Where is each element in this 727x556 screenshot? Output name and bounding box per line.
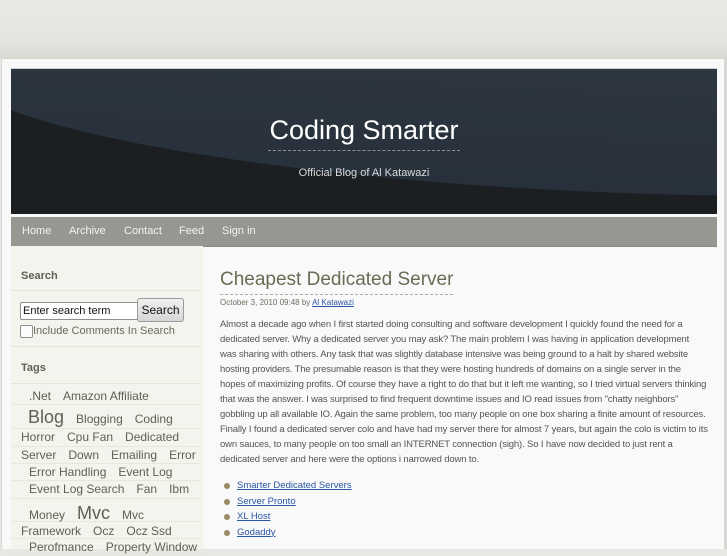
post-by: by	[301, 298, 311, 307]
post-link[interactable]: Godaddy	[237, 527, 276, 538]
search-heading: Search	[21, 270, 58, 282]
tag-link[interactable]: Property Window	[106, 540, 197, 554]
main-nav: Home Archive Contact Feed Sign in	[11, 217, 717, 247]
tag-link[interactable]: Ibm	[169, 482, 189, 496]
tag-link[interactable]: .Net	[29, 389, 51, 403]
background-texture	[0, 0, 727, 58]
tag-cloud: .Net Amazon Affiliate Blog Blogging Coding …	[11, 384, 201, 556]
tag-link[interactable]: Fan	[136, 482, 157, 496]
tag-link[interactable]: Ocz	[93, 524, 114, 538]
tag-link[interactable]: Emailing	[111, 448, 157, 462]
search-button[interactable]: Search	[137, 298, 184, 322]
tag-line: Event Log Search Fan Ibm	[11, 481, 201, 499]
list-item: XL Host	[220, 509, 710, 525]
site-title[interactable]: Coding Smarter	[11, 115, 717, 151]
tags-heading: Tags	[21, 362, 46, 374]
post-date: October 3, 2010 09:48	[220, 298, 300, 307]
divider	[11, 346, 201, 347]
sidebar: Search Search Include Comments In Search…	[11, 246, 203, 556]
post-link[interactable]: Server Pronto	[237, 496, 296, 507]
post-title[interactable]: Cheapest Dedicated Server	[220, 269, 454, 295]
tag-line: Server Down Emailing Error	[11, 447, 201, 464]
tag-line: Framework Ocz Ocz Ssd	[11, 522, 201, 539]
list-item: Smarter Dedicated Servers	[220, 478, 710, 494]
tag-link[interactable]: Coding	[135, 412, 173, 426]
tag-link[interactable]: Ocz Ssd	[126, 524, 171, 538]
include-comments-checkbox[interactable]	[20, 325, 33, 338]
tag-link[interactable]: Server	[21, 448, 56, 462]
tag-line: Horror Cpu Fan Dedicated	[11, 429, 201, 447]
tag-link[interactable]: Error Handling	[29, 465, 106, 479]
post-body: Almost a decade ago when I first started…	[220, 319, 708, 465]
tag-line: Error Handling Event Log	[11, 464, 201, 481]
nav-archive[interactable]: Archive	[69, 225, 106, 237]
post-link-list: Smarter Dedicated Servers Server Pronto …	[220, 478, 710, 540]
list-item: Godaddy	[220, 525, 710, 541]
tag-link[interactable]: Horror	[21, 430, 55, 444]
nav-home[interactable]: Home	[22, 225, 51, 237]
tag-link[interactable]: Event Log Search	[29, 482, 124, 496]
tag-link[interactable]: Blogging	[76, 412, 123, 426]
tag-link[interactable]: Error	[169, 448, 196, 462]
tag-link[interactable]: Cpu Fan	[67, 430, 113, 444]
post-author-link[interactable]: Al Katawazi	[312, 298, 354, 307]
tag-link[interactable]: Blog	[28, 407, 64, 427]
post-link[interactable]: Smarter Dedicated Servers	[237, 480, 352, 491]
site-subtitle: Official Blog of Al Katawazi	[298, 167, 430, 179]
page-container: Coding Smarter Official Blog of Al Kataw…	[1, 58, 727, 556]
include-comments-label[interactable]: Include Comments In Search	[33, 325, 175, 337]
main-content: Cheapest Dedicated Server October 3, 201…	[220, 269, 710, 540]
tag-link[interactable]: Perofmance	[29, 540, 94, 554]
site-title-text[interactable]: Coding Smarter	[268, 115, 460, 151]
tag-link[interactable]: Mvc	[122, 508, 144, 522]
tag-line: Money Mvc Mvc	[11, 499, 201, 523]
list-item: Server Pronto	[220, 494, 710, 510]
post-meta: October 3, 2010 09:48 by Al Katawazi	[220, 298, 710, 307]
nav-feed[interactable]: Feed	[179, 225, 204, 237]
tag-link[interactable]: Amazon Affiliate	[63, 389, 149, 403]
tag-line: Blog Blogging Coding	[11, 405, 201, 429]
tag-link[interactable]: Money	[29, 508, 65, 522]
nav-contact[interactable]: Contact	[124, 225, 162, 237]
tag-link[interactable]: Framework	[21, 524, 81, 538]
divider	[11, 290, 201, 291]
tag-line: .Net Amazon Affiliate	[11, 384, 201, 405]
tag-link[interactable]: Down	[68, 448, 99, 462]
tag-link[interactable]: Dedicated	[125, 430, 179, 444]
tag-link[interactable]: Event Log	[118, 465, 172, 479]
post-link[interactable]: XL Host	[237, 511, 270, 522]
search-input[interactable]	[20, 302, 139, 320]
nav-sign-in[interactable]: Sign in	[222, 225, 256, 237]
site-header: Coding Smarter Official Blog of Al Kataw…	[11, 68, 717, 214]
tag-line: Perofmance Property Window	[11, 539, 201, 556]
tag-link[interactable]: Mvc	[77, 503, 110, 523]
